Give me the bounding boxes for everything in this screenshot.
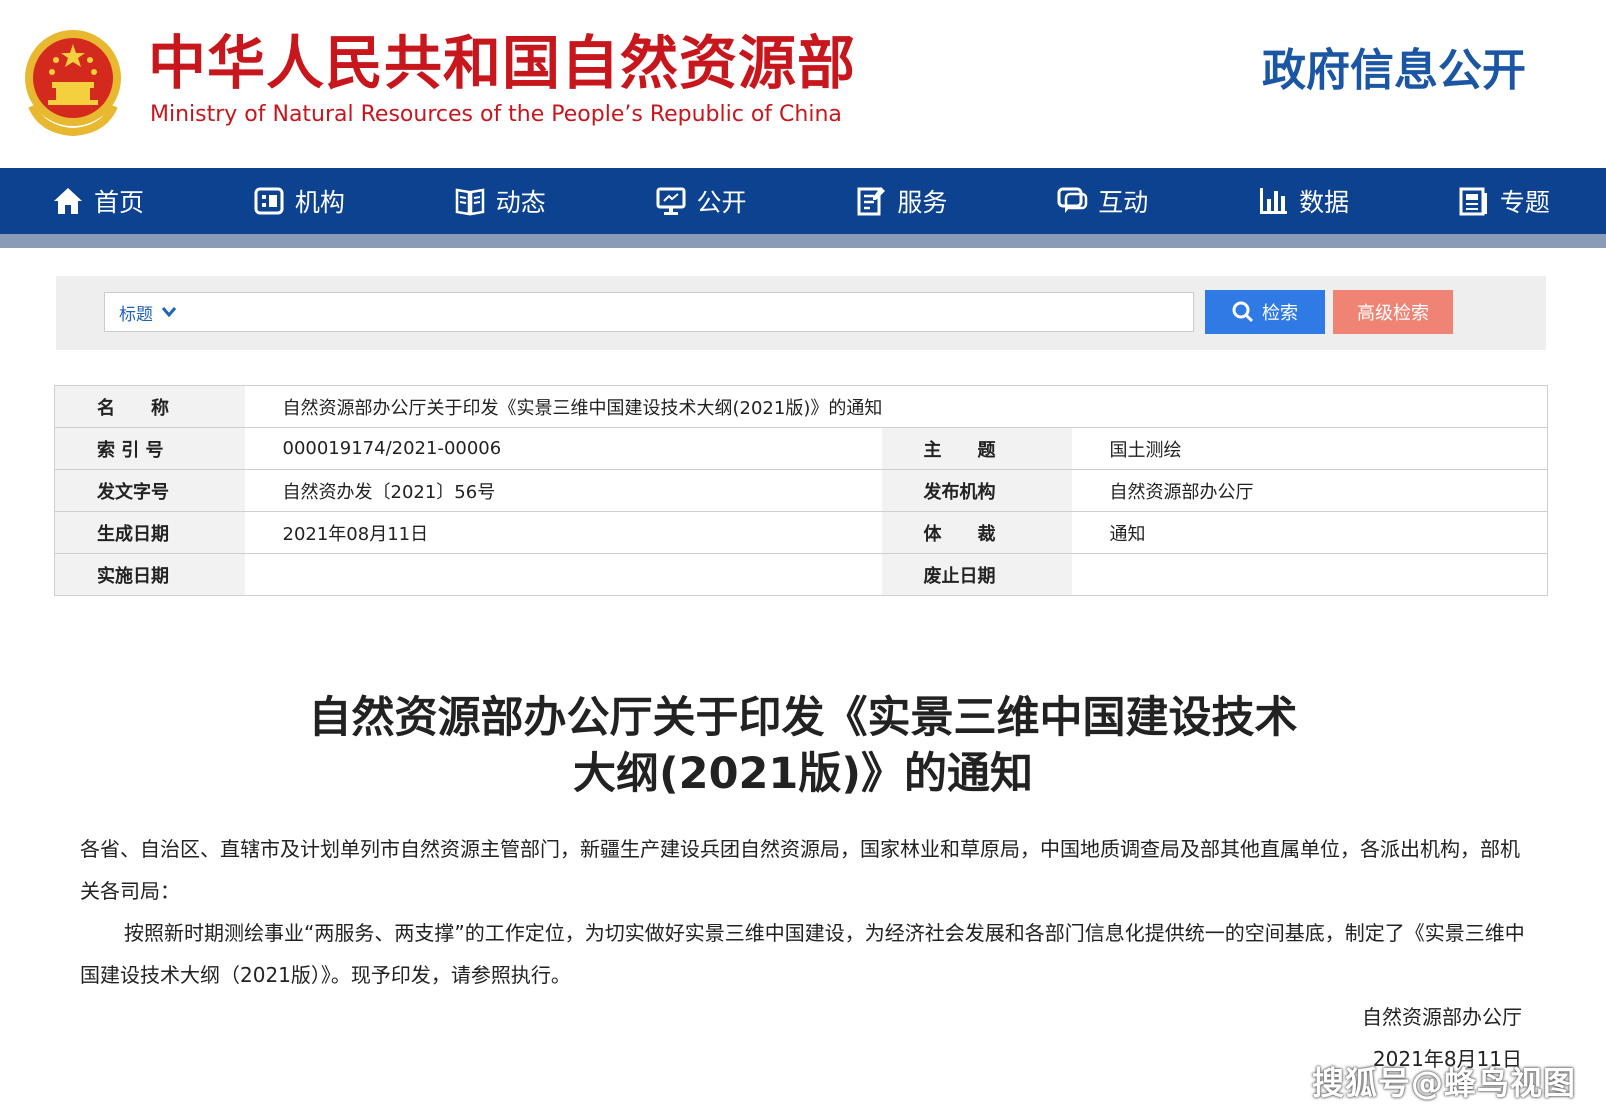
document-body: 各省、自治区、直辖市及计划单列市自然资源主管部门，新疆生产建设兵团自然资源局，国…	[80, 828, 1528, 996]
created-label: 生成日期	[54, 511, 245, 554]
name-label: 名 称	[54, 385, 245, 428]
search-input[interactable]	[177, 293, 1193, 331]
table-row: 索 引 号 000019174/2021-00006 主 题 国土测绘	[54, 427, 1548, 470]
document-paragraph: 按照新时期测绘事业“两服务、两支撑”的工作定位，为切实做好实景三维中国建设，为经…	[80, 921, 1525, 987]
genre-label: 体 裁	[881, 511, 1072, 554]
gov-info-open-title[interactable]: 政府信息公开	[1262, 44, 1526, 98]
search-bar: 标题	[104, 292, 1194, 332]
nav-item-data[interactable]: 数据	[1257, 168, 1349, 234]
topic-value: 国土测绘	[1071, 427, 1548, 470]
national-emblem-icon[interactable]	[22, 26, 124, 136]
table-row: 生成日期 2021年08月11日 体 裁 通知	[54, 511, 1548, 554]
service-icon	[857, 187, 886, 216]
site-title-cn[interactable]: 中华人民共和国自然资源部	[148, 30, 856, 96]
search-button[interactable]: 检索	[1205, 290, 1325, 334]
advanced-search-label: 高级检索	[1357, 303, 1429, 324]
abolish-value	[1072, 554, 1548, 596]
topic-icon	[1459, 187, 1487, 216]
search-scope-label: 标题	[119, 304, 153, 325]
created-value: 2021年08月11日	[244, 511, 882, 554]
document-title-line1: 自然资源部办公厅关于印发《实景三维中国建设技术	[308, 693, 1298, 743]
news-icon	[455, 188, 484, 216]
nav-item-open[interactable]: 公开	[655, 168, 747, 234]
watermark: 搜狐号@蜂鸟视图	[1311, 1064, 1576, 1102]
main-nav: 首页 机构 动态 公开 服务 互动 数据 专题	[0, 168, 1606, 234]
doc-info-table: 名 称 自然资源部办公厅关于印发《实景三维中国建设技术大纲(2021版)》的通知…	[54, 385, 1548, 596]
document-title: 自然资源部办公厅关于印发《实景三维中国建设技术 大纲(2021版)》的通知	[0, 690, 1606, 802]
name-value: 自然资源部办公厅关于印发《实景三维中国建设技术大纲(2021版)》的通知	[244, 385, 1548, 428]
nav-item-news[interactable]: 动态	[454, 168, 546, 234]
search-icon	[1232, 301, 1254, 323]
doc-no-label: 发文字号	[54, 469, 245, 512]
index-value: 000019174/2021-00006	[244, 427, 882, 470]
home-icon	[54, 188, 82, 214]
abolish-label: 废止日期	[881, 553, 1072, 596]
advanced-search-button[interactable]: 高级检索	[1333, 290, 1453, 334]
site-title-en[interactable]: Ministry of Natural Resources of the Peo…	[150, 100, 842, 130]
org-icon	[254, 187, 284, 215]
nav-item-home[interactable]: 首页	[52, 168, 144, 234]
effective-value	[245, 554, 882, 596]
index-label: 索 引 号	[54, 427, 245, 470]
chat-icon	[1057, 187, 1088, 213]
nav-label: 数据	[1299, 188, 1350, 217]
nav-label: 专题	[1499, 188, 1550, 217]
table-row: 名 称 自然资源部办公厅关于印发《实景三维中国建设技术大纲(2021版)》的通知	[54, 385, 1548, 428]
genre-value: 通知	[1071, 511, 1548, 554]
nav-item-topic[interactable]: 专题	[1458, 168, 1550, 234]
table-row: 发文字号 自然资办发〔2021〕56号 发布机构 自然资源部办公厅	[54, 469, 1548, 512]
publisher-value: 自然资源部办公厅	[1071, 469, 1548, 512]
table-row: 实施日期 废止日期	[54, 553, 1548, 596]
nav-label: 机构	[294, 188, 345, 217]
chevron-down-icon	[161, 307, 177, 318]
nav-item-org[interactable]: 机构	[253, 168, 345, 234]
topic-label: 主 题	[881, 427, 1072, 470]
effective-label: 实施日期	[54, 553, 245, 596]
nav-item-interact[interactable]: 互动	[1056, 168, 1148, 234]
nav-label: 互动	[1098, 188, 1149, 217]
site-header: 中华人民共和国自然资源部 Ministry of Natural Resourc…	[0, 0, 1606, 168]
publisher-label: 发布机构	[881, 469, 1072, 512]
nav-label: 首页	[94, 188, 145, 217]
nav-divider	[0, 234, 1606, 248]
nav-label: 公开	[696, 188, 747, 217]
doc-no-value: 自然资办发〔2021〕56号	[244, 469, 882, 512]
document-addressee: 各省、自治区、直辖市及计划单列市自然资源主管部门，新疆生产建设兵团自然资源局，国…	[80, 837, 1520, 903]
search-button-label: 检索	[1262, 303, 1298, 324]
chart-icon	[1260, 188, 1288, 214]
search-scope-dropdown[interactable]: 标题	[105, 300, 177, 325]
monitor-icon	[656, 187, 686, 215]
document-title-line2: 大纲(2021版)》的通知	[573, 749, 1033, 799]
nav-label: 服务	[897, 188, 948, 217]
signer: 自然资源部办公厅	[1362, 1005, 1522, 1029]
nav-item-service[interactable]: 服务	[855, 168, 947, 234]
nav-label: 动态	[495, 188, 546, 217]
